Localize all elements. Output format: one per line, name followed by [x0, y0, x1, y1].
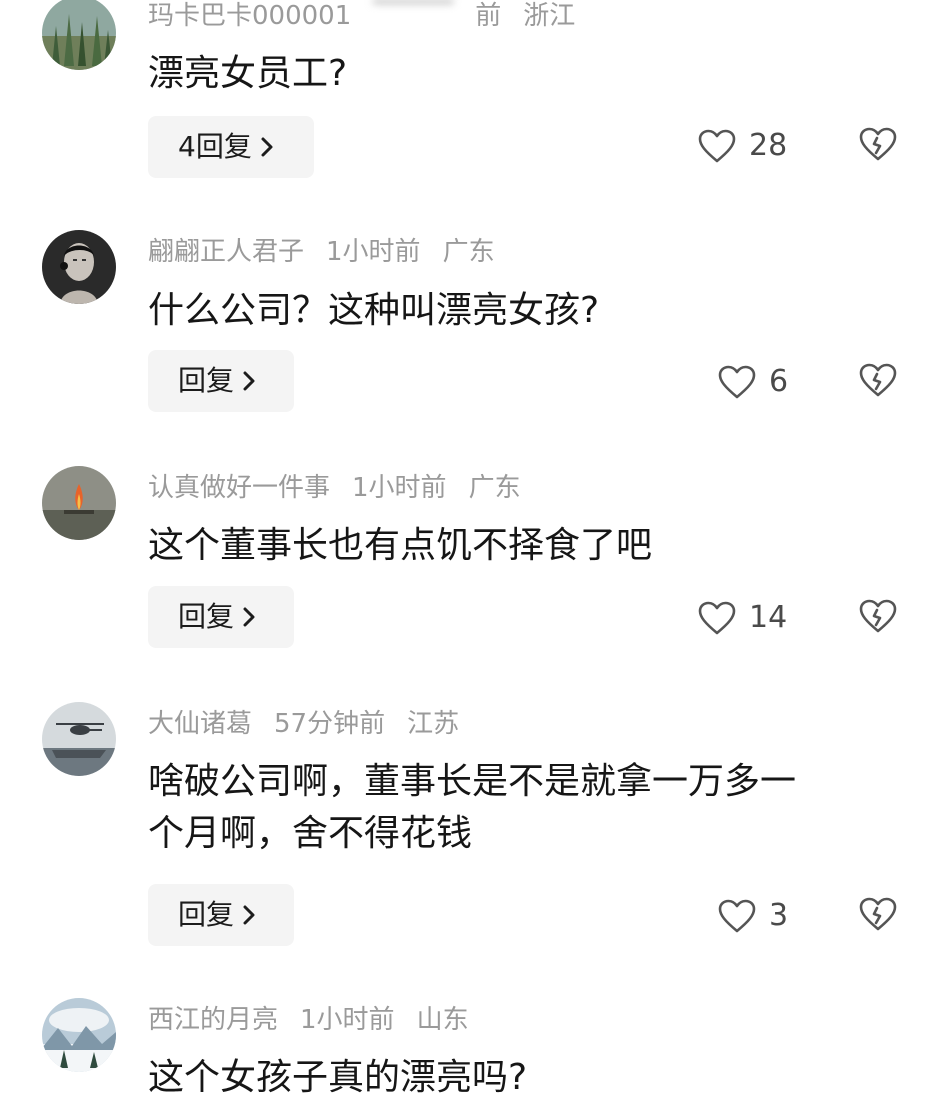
location: 浙江: [523, 1, 576, 31]
reply-label: 4回复: [178, 130, 252, 163]
timestamp: 57分钟前: [274, 709, 386, 739]
like-count: 28: [749, 128, 788, 163]
comment-text: 这个女孩子真的漂亮吗?: [148, 1057, 528, 1098]
dislike-button[interactable]: [858, 362, 898, 402]
like-count: 14: [749, 600, 788, 635]
broken-heart-icon: [859, 363, 897, 397]
dislike-button[interactable]: [858, 896, 898, 936]
like-count: 6: [769, 364, 789, 399]
reply-button[interactable]: 回复: [148, 586, 294, 648]
location: 广东: [442, 237, 495, 267]
comment-text: 这个董事长也有点饥不择食了吧: [148, 525, 653, 566]
comment-meta: 西江的月亮 1小时前 山东: [148, 1002, 491, 1038]
location: 广东: [468, 473, 521, 503]
reply-button[interactable]: 回复: [148, 350, 294, 412]
chevron-right-icon: [243, 607, 255, 627]
comment-text: 啥破公司啊，董事长是不是就拿一万多一 个月啊，舍不得花钱: [148, 756, 908, 860]
chevron-right-icon: [243, 371, 255, 391]
like-button[interactable]: 6: [717, 362, 788, 402]
user-avatar[interactable]: [42, 466, 116, 540]
timestamp: 1小时前: [326, 237, 421, 267]
username[interactable]: 翩翩正人君子: [148, 237, 304, 267]
user-avatar[interactable]: [42, 998, 116, 1072]
dislike-button[interactable]: [858, 126, 898, 166]
broken-heart-icon: [859, 897, 897, 931]
comment-meta: 认真做好一件事 1小时前 广东: [148, 470, 543, 506]
reply-label: 回复: [178, 600, 235, 633]
like-button[interactable]: 3: [717, 896, 788, 936]
user-avatar[interactable]: [42, 0, 116, 70]
chevron-right-icon: [261, 137, 273, 157]
user-avatar[interactable]: [42, 702, 116, 776]
location: 山东: [416, 1005, 469, 1035]
heart-icon: [718, 365, 756, 399]
comment-meta: 大仙诸葛 57分钟前 江苏: [148, 706, 481, 742]
reply-button[interactable]: 4回复: [148, 116, 314, 178]
timestamp-redacted: ▔▔▔▔: [373, 1, 454, 31]
reply-button[interactable]: 回复: [148, 884, 294, 946]
broken-heart-icon: [859, 599, 897, 633]
comment-text-line: 啥破公司啊，董事长是不是就拿一万多一: [148, 761, 797, 802]
heart-icon: [698, 601, 736, 635]
chevron-right-icon: [243, 905, 255, 925]
comment-text: 漂亮女员工?: [148, 53, 348, 94]
timestamp: 1小时前: [300, 1005, 395, 1035]
comment-text: 什么公司？这种叫漂亮女孩?: [148, 290, 600, 331]
timestamp-suffix: 前: [475, 1, 502, 31]
heart-icon: [718, 899, 756, 933]
comment-meta: 翩翩正人君子 1小时前 广东: [148, 234, 517, 270]
location: 江苏: [407, 709, 460, 739]
like-count: 3: [769, 898, 789, 933]
heart-icon: [698, 129, 736, 163]
comment-text-line: 个月啊，舍不得花钱: [148, 813, 473, 854]
like-button[interactable]: 28: [697, 126, 787, 166]
like-button[interactable]: 14: [697, 598, 787, 638]
reply-label: 回复: [178, 364, 235, 397]
reply-label: 回复: [178, 898, 235, 931]
username[interactable]: 西江的月亮: [148, 1005, 278, 1035]
username[interactable]: 玛卡巴卡000001: [148, 1, 351, 31]
comment-meta: 玛卡巴卡000001 ▔▔▔▔ 前浙江: [148, 0, 597, 34]
broken-heart-icon: [859, 127, 897, 161]
timestamp: 1小时前: [352, 473, 447, 503]
username[interactable]: 认真做好一件事: [148, 473, 330, 503]
dislike-button[interactable]: [858, 598, 898, 638]
user-avatar[interactable]: [42, 230, 116, 304]
username[interactable]: 大仙诸葛: [148, 709, 252, 739]
